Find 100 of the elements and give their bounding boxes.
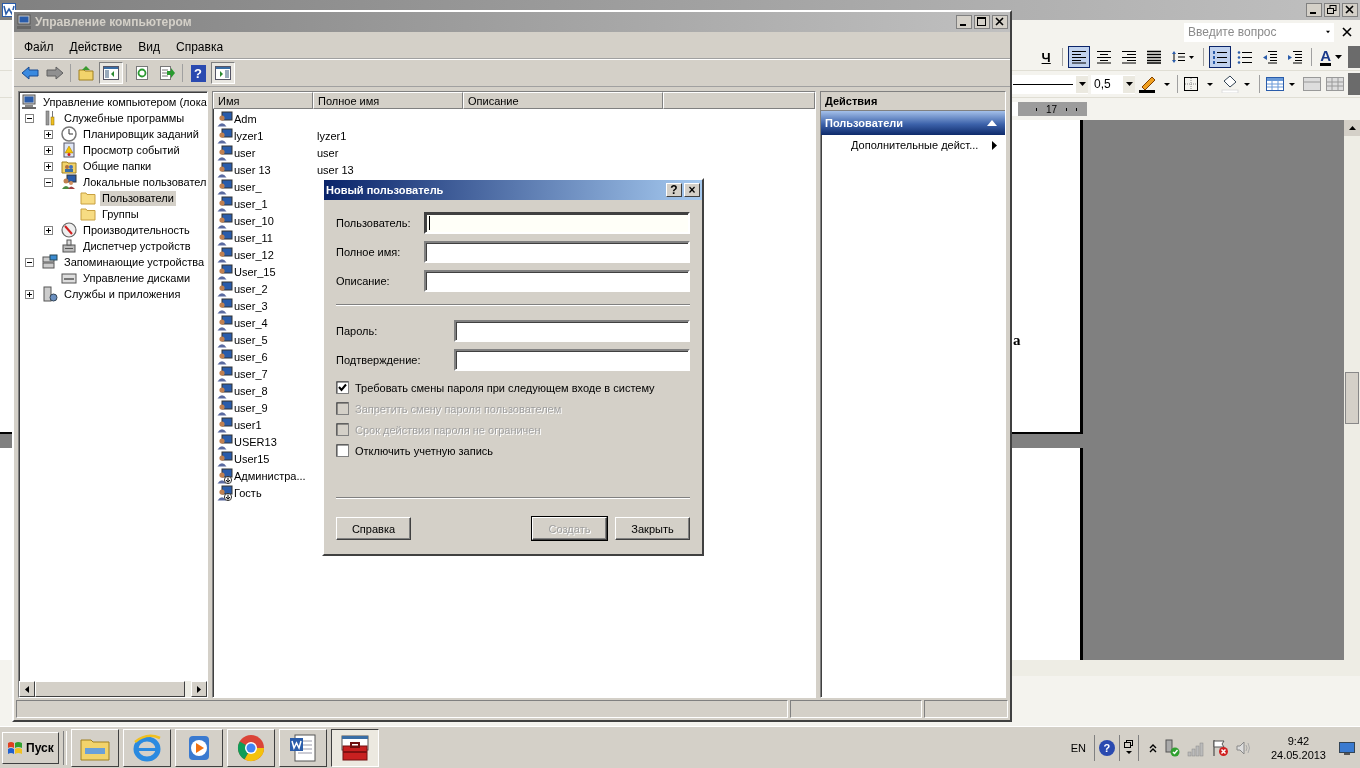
pencil-icon[interactable]	[1138, 75, 1172, 93]
minimize-button[interactable]	[1306, 3, 1322, 17]
collapse-icon[interactable]	[987, 120, 997, 126]
column-header[interactable]	[663, 92, 815, 109]
taskbar-app[interactable]	[330, 728, 379, 767]
flag-error-icon[interactable]	[1210, 738, 1229, 757]
horizontal-scrollbar[interactable]	[1012, 660, 1360, 676]
user-name[interactable]: user_12	[234, 248, 274, 261]
user-name[interactable]: user_6	[234, 350, 268, 363]
align-left-button[interactable]	[1068, 46, 1091, 68]
password-field[interactable]	[454, 349, 690, 371]
vertical-scrollbar[interactable]	[1344, 120, 1360, 660]
dropdown-arrow-icon[interactable]	[1335, 55, 1342, 59]
minimize-button[interactable]	[956, 15, 972, 29]
close-button[interactable]	[1342, 3, 1358, 17]
close-button[interactable]	[992, 15, 1008, 29]
user-name[interactable]: user	[234, 146, 256, 159]
line-style-dropdown[interactable]	[1010, 74, 1088, 94]
scroll-up-button[interactable]	[1344, 120, 1360, 136]
language-indicator[interactable]: EN	[1066, 741, 1090, 754]
expand-toggle[interactable]	[44, 225, 53, 235]
help-button[interactable]: ?	[1098, 739, 1115, 756]
checkbox[interactable]	[336, 381, 349, 394]
maximize-button[interactable]	[974, 15, 990, 29]
user-name[interactable]: user_10	[234, 214, 274, 227]
font-color-button[interactable]: A	[1317, 46, 1345, 68]
user-name[interactable]: User_15	[234, 265, 276, 278]
dialog-button[interactable]: Справка	[336, 517, 411, 540]
user-name[interactable]: user_3	[234, 299, 268, 312]
user-name[interactable]: User15	[234, 452, 270, 465]
user-name[interactable]: user 13	[234, 163, 271, 176]
start-button[interactable]: Пуск	[2, 731, 59, 764]
menu-item[interactable]: Действие	[63, 38, 129, 56]
user-name[interactable]: user_1	[234, 197, 268, 210]
tree-item[interactable]: Службы и приложения	[62, 286, 183, 302]
show-desktop-icon[interactable]	[1338, 739, 1356, 756]
menu-item[interactable]: Справка	[170, 38, 230, 56]
scroll-left-button[interactable]	[19, 681, 35, 697]
user-name[interactable]: user_5	[234, 333, 268, 346]
dialog-button[interactable]: Закрыть	[615, 517, 690, 540]
expand-toggle[interactable]	[44, 129, 53, 139]
underline-button[interactable]: Ч	[1035, 46, 1058, 68]
actions-toggle-button[interactable]	[211, 62, 235, 84]
user-name[interactable]: Adm	[234, 112, 257, 125]
tree-item[interactable]: Пользователи	[100, 190, 176, 206]
tree-item[interactable]: Планировщик заданий	[81, 126, 201, 142]
input-field[interactable]	[424, 241, 690, 263]
section-header[interactable]: Пользователи	[821, 111, 1005, 135]
collapse-toggle[interactable]	[44, 177, 53, 187]
expand-toggle[interactable]	[25, 289, 34, 299]
user-name[interactable]: user_2	[234, 282, 268, 295]
maximize-button[interactable]	[1324, 3, 1340, 17]
chevron-up-icon[interactable]	[1148, 742, 1157, 753]
user-name[interactable]: user_	[234, 180, 262, 193]
input-field[interactable]	[424, 212, 690, 234]
help-button[interactable]: ?	[666, 183, 682, 197]
toolbar-grip[interactable]	[1348, 46, 1360, 68]
password-field[interactable]	[454, 320, 690, 342]
menu-item[interactable]: Файл	[18, 38, 60, 56]
tree-toggle-button[interactable]	[99, 62, 123, 84]
tree-item[interactable]: Локальные пользовател	[81, 174, 207, 190]
dropdown-arrow-icon[interactable]	[1326, 30, 1330, 34]
column-header[interactable]: Имя	[213, 92, 313, 109]
user-name[interactable]: user_9	[234, 401, 268, 414]
clock[interactable]: 9:42 24.05.2013	[1262, 733, 1334, 762]
tree-item[interactable]: Запоминающие устройства	[62, 254, 207, 270]
input-field[interactable]	[424, 270, 690, 292]
user-name[interactable]: user_4	[234, 316, 268, 329]
tree-item[interactable]: Служебные программы	[62, 110, 187, 126]
line-weight-dropdown[interactable]: 0,5	[1091, 74, 1135, 94]
scroll-right-button[interactable]	[191, 681, 207, 697]
tree-item[interactable]: Управление компьютером (лока	[41, 94, 207, 110]
toolbar-grip[interactable]	[1348, 73, 1360, 95]
tree-item[interactable]: Диспетчер устройств	[81, 238, 193, 254]
close-button[interactable]: ×	[684, 183, 700, 197]
tree-item[interactable]: Общие папки	[81, 158, 154, 174]
expand-toggle[interactable]	[44, 145, 53, 155]
usb-device-icon[interactable]	[1162, 738, 1181, 757]
checkbox[interactable]	[336, 444, 349, 457]
user-name[interactable]: user1	[234, 418, 262, 431]
user-name[interactable]: USER13	[234, 435, 277, 448]
scrollbar-thumb[interactable]	[1345, 372, 1359, 424]
window-list-icon[interactable]	[1123, 738, 1134, 757]
action-link[interactable]: Дополнительные дейст...	[851, 139, 979, 151]
tree-item[interactable]: Просмотр событий	[81, 142, 182, 158]
collapse-toggle[interactable]	[25, 113, 34, 123]
tree-item[interactable]: Производительность	[81, 222, 192, 238]
question-field[interactable]: Введите вопрос	[1184, 22, 1334, 42]
column-header[interactable]: Описание	[463, 92, 663, 109]
user-name[interactable]: user_7	[234, 367, 268, 380]
tree-item[interactable]: Группы	[100, 206, 141, 222]
user-name[interactable]: lyzer1	[234, 129, 264, 142]
column-header[interactable]: Полное имя	[313, 92, 463, 109]
collapse-toggle[interactable]	[25, 257, 34, 267]
numbering-button[interactable]	[1209, 46, 1232, 68]
horizontal-scrollbar[interactable]	[19, 681, 207, 697]
close-icon[interactable]	[1342, 27, 1352, 37]
user-name[interactable]: user_11	[234, 231, 273, 244]
menu-item[interactable]: Вид	[132, 38, 166, 56]
user-name[interactable]: user_8	[234, 384, 268, 397]
